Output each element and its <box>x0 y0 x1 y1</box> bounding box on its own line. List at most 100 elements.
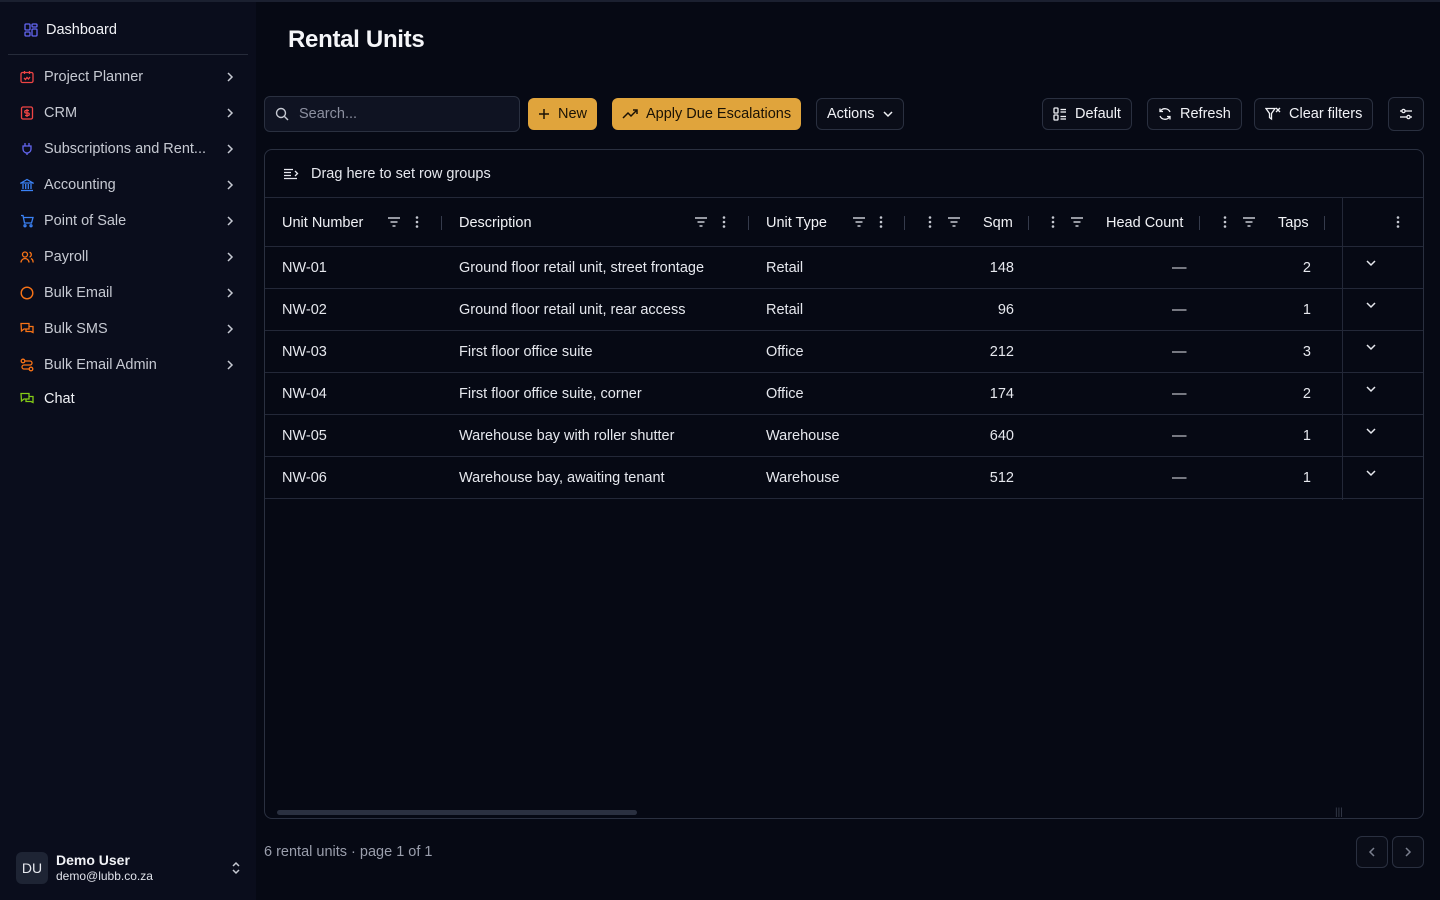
sidebar-item-label: Chat <box>44 391 75 407</box>
column-header-unit-type[interactable]: Unit Type <box>766 198 827 247</box>
column-header-unit-number[interactable]: Unit Number <box>282 198 363 247</box>
chevron-right-icon <box>224 323 236 335</box>
filter-icon[interactable] <box>1070 215 1084 229</box>
expand-row-icon[interactable] <box>1365 452 1377 493</box>
sidebar-item-label: Project Planner <box>44 69 144 85</box>
grid-settings-button[interactable] <box>1388 97 1424 131</box>
expand-row-icon[interactable] <box>1365 284 1377 325</box>
sidebar-item-point-of-sale[interactable]: Point of Sale <box>8 203 248 239</box>
filter-icon[interactable] <box>852 215 866 229</box>
column-menu-icon[interactable] <box>1396 215 1400 229</box>
filter-icon[interactable] <box>947 215 961 229</box>
column-menu-icon[interactable] <box>1051 215 1055 229</box>
sidebar-item-label: Bulk SMS <box>44 321 108 337</box>
table-row[interactable]: NW-02 Ground floor retail unit, rear acc… <box>265 289 1423 331</box>
table-row[interactable]: NW-01 Ground floor retail unit, street f… <box>265 247 1423 289</box>
column-header-taps[interactable]: Taps <box>1278 198 1309 247</box>
cell-description: Warehouse bay, awaiting tenant <box>459 469 665 486</box>
cell-head-count: — <box>1172 301 1187 318</box>
chevron-right-icon <box>224 143 236 155</box>
expand-row-icon[interactable] <box>1365 368 1377 409</box>
chevron-right-icon <box>224 359 236 371</box>
sidebar-item-bulk-sms[interactable]: Bulk SMS <box>8 311 248 347</box>
sliders-icon <box>1399 107 1413 121</box>
user-menu[interactable]: DU Demo User demo@lubb.co.za <box>8 842 248 894</box>
expand-row-icon[interactable] <box>1365 326 1377 367</box>
column-menu-icon[interactable] <box>928 215 932 229</box>
user-info: Demo User demo@lubb.co.za <box>56 852 216 884</box>
sidebar-item-bulk-email[interactable]: Bulk Email <box>8 275 248 311</box>
column-header-head-count[interactable]: Head Count <box>1106 198 1183 247</box>
expand-row-icon[interactable] <box>1365 410 1377 451</box>
sidebar: Dashboard Project Planner CRM Subscripti… <box>0 2 256 900</box>
column-resize-handle[interactable] <box>1028 216 1029 230</box>
sidebar-item-chat[interactable]: Chat <box>8 383 248 415</box>
column-menu-icon[interactable] <box>879 215 883 229</box>
previous-page-button[interactable] <box>1356 836 1388 868</box>
table-row[interactable]: NW-06 Warehouse bay, awaiting tenant War… <box>265 457 1423 499</box>
actions-dropdown[interactable]: Actions <box>816 98 904 130</box>
column-menu-icon[interactable] <box>722 215 726 229</box>
cell-taps: 1 <box>1302 427 1311 444</box>
user-name: Demo User <box>56 852 130 868</box>
sidebar-item-label: Accounting <box>44 177 116 193</box>
plus-icon <box>538 108 550 120</box>
column-resize-handle[interactable] <box>748 216 749 230</box>
sidebar-item-accounting[interactable]: Accounting <box>8 167 248 203</box>
refresh-button[interactable]: Refresh <box>1147 98 1242 130</box>
sidebar-item-bulk-email-admin[interactable]: Bulk Email Admin <box>8 347 248 383</box>
calendar-icon <box>20 70 34 84</box>
column-menu-icon[interactable] <box>1223 215 1227 229</box>
cell-sqm: 212 <box>989 343 1014 360</box>
route-icon <box>20 358 34 372</box>
sidebar-item-label: Payroll <box>44 249 89 265</box>
sidebar-item-dashboard[interactable]: Dashboard <box>8 10 248 50</box>
clear-filters-label: Clear filters <box>1289 106 1363 122</box>
chevron-right-icon <box>224 251 236 263</box>
next-page-button[interactable] <box>1392 836 1424 868</box>
cell-taps: 2 <box>1302 259 1311 276</box>
sidebar-item-payroll[interactable]: Payroll <box>8 239 248 275</box>
expand-row-icon[interactable] <box>1365 242 1377 283</box>
apply-due-escalations-button[interactable]: Apply Due Escalations <box>612 98 802 130</box>
chevron-right-icon <box>1404 846 1412 858</box>
sidebar-item-project-planner[interactable]: Project Planner <box>8 59 248 95</box>
cell-head-count: — <box>1172 385 1187 402</box>
column-header-sqm[interactable]: Sqm <box>983 198 1013 247</box>
cell-unit-number: NW-02 <box>282 301 327 318</box>
default-view-button[interactable]: Default <box>1042 98 1132 130</box>
filter-icon[interactable] <box>1242 215 1256 229</box>
sidebar-item-crm[interactable]: CRM <box>8 95 248 131</box>
filter-x-icon <box>1265 107 1281 121</box>
column-header-description[interactable]: Description <box>459 198 532 247</box>
horizontal-scrollbar[interactable] <box>277 810 637 815</box>
filter-icon[interactable] <box>694 215 708 229</box>
table-row[interactable]: NW-05 Warehouse bay with roller shutter … <box>265 415 1423 457</box>
row-group-hint: Drag here to set row groups <box>311 165 491 182</box>
filter-icon[interactable] <box>387 215 401 229</box>
column-resize-handle[interactable] <box>1324 216 1325 230</box>
cell-unit-number: NW-04 <box>282 385 327 402</box>
sidebar-item-label: Subscriptions and Rent... <box>44 141 207 157</box>
new-button[interactable]: New <box>528 98 598 130</box>
search-input[interactable] <box>299 106 499 122</box>
column-resize-handle[interactable] <box>441 216 442 230</box>
chevron-right-icon <box>224 287 236 299</box>
cell-unit-type: Retail <box>766 301 804 318</box>
column-menu-icon[interactable] <box>415 215 419 229</box>
table-row[interactable]: NW-04 First floor office suite, corner O… <box>265 373 1423 415</box>
column-resize-handle[interactable] <box>1199 216 1200 230</box>
default-view-label: Default <box>1075 106 1121 122</box>
chevron-right-icon <box>224 179 236 191</box>
table-row[interactable]: NW-03 First floor office suite Office 21… <box>265 331 1423 373</box>
cell-taps: 2 <box>1302 385 1311 402</box>
cell-description: Ground floor retail unit, street frontag… <box>459 259 705 276</box>
sidebar-item-subscriptions-and-rentals[interactable]: Subscriptions and Rent... <box>8 131 248 167</box>
column-resize-handle[interactable] <box>904 216 905 230</box>
cell-description: First floor office suite, corner <box>459 385 642 402</box>
row-group-drop-zone[interactable]: Drag here to set row groups <box>265 150 1423 198</box>
clear-filters-button[interactable]: Clear filters <box>1254 98 1374 130</box>
actions-label: Actions <box>827 106 875 122</box>
sidebar-item-label: Bulk Email Admin <box>44 357 157 373</box>
refresh-label: Refresh <box>1180 106 1231 122</box>
